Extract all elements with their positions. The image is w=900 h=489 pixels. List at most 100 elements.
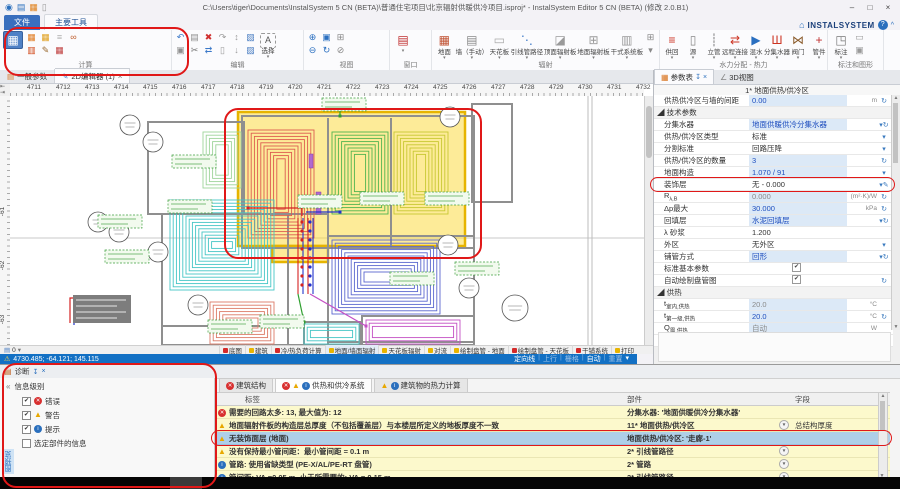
close-icon[interactable]: × — [118, 72, 123, 81]
mode-toggle-栅格[interactable]: 栅格 — [565, 354, 579, 364]
layer-selector[interactable]: ▤ 0 ▾ — [0, 346, 25, 354]
chevron-down-icon[interactable]: ▾ — [779, 459, 789, 469]
ribbon-small-icon[interactable]: ≡ — [53, 31, 66, 44]
diagnostics-tab[interactable]: ▤ 诊断 ↧ × — [0, 365, 900, 379]
ribbon-button-墙（手动）[interactable]: ▤墙（手动）▾ — [456, 31, 488, 60]
diagnostics-tab-供热和供冷系统[interactable]: ✕▲i供热和供冷系统 — [275, 378, 372, 392]
ribbon-small-icon[interactable]: ↶ — [174, 31, 187, 44]
property-icons[interactable]: ▾ — [877, 145, 891, 153]
chevron-down-icon[interactable]: ▾ — [779, 446, 789, 456]
drawing-canvas[interactable]: ⇤⇥ 4711471247134714471547164717471847194… — [0, 84, 653, 345]
ribbon-small-icon[interactable]: ↷ — [216, 31, 229, 44]
ribbon-small-icon[interactable]: ▨ — [244, 44, 257, 57]
pin-icon[interactable]: ↧ — [33, 368, 39, 376]
checkbox[interactable]: ✔ — [22, 397, 31, 406]
ribbon-small-icon[interactable]: ▤ — [188, 31, 201, 44]
close-icon[interactable]: × — [703, 74, 707, 81]
property-row[interactable]: 铺管方式回形▾↻ — [654, 251, 893, 263]
level-filter-提示[interactable]: ✔i提示 — [0, 422, 214, 436]
ribbon-small-icon[interactable]: ▦ — [39, 31, 52, 44]
property-icons[interactable]: ↻ — [877, 157, 891, 165]
property-value[interactable]: 水泥回填层 — [749, 215, 847, 226]
property-icons[interactable]: ▾↻ — [877, 253, 891, 261]
ribbon-small-icon[interactable]: ∞ — [67, 31, 80, 44]
diagnostic-row[interactable]: ▲地面辐射件板的构造层总厚度（不包括覆盖层）与本楼层所定义的地板厚度不一致11*… — [215, 419, 890, 432]
ribbon-button-地面辐射板[interactable]: ⊞地面辐射板▾ — [577, 31, 609, 60]
diagnostic-row[interactable]: ▲没有保持最小管间距：最小管间距 = 0.1 m2* 引线管路径▾ — [215, 445, 890, 458]
ribbon-small-icon[interactable]: ▭ — [853, 31, 866, 44]
ribbon-small-icon[interactable]: ↻ — [320, 44, 333, 57]
ribbon-small-icon[interactable]: ▣ — [853, 44, 866, 57]
doc-tab-一般参数[interactable]: ▤一般参数 — [0, 69, 55, 83]
property-value[interactable]: 20.0 — [749, 311, 847, 322]
checkbox[interactable]: ✔ — [22, 411, 31, 420]
property-value[interactable]: 0.00 — [749, 95, 847, 106]
property-value[interactable]: 1.070 / 91 — [749, 167, 847, 178]
property-icons[interactable]: ▾ — [877, 133, 891, 141]
property-icons[interactable]: ↻ — [877, 205, 891, 213]
property-row[interactable]: 地面构造1.070 / 91▾ — [654, 167, 893, 179]
property-row[interactable]: 回填层水泥回填层▾↻ — [654, 215, 893, 227]
property-icons[interactable]: ▾ — [877, 241, 891, 249]
ribbon-small-icon[interactable]: ↓ — [230, 44, 243, 57]
ribbon-small-icon[interactable]: ✎ — [39, 44, 52, 57]
ribbon-small-icon[interactable]: ↕ — [230, 31, 243, 44]
mode-toggle-上行[interactable]: 上行 — [543, 354, 557, 364]
property-row[interactable]: 外区无外区▾ — [654, 239, 893, 251]
ribbon-button-供回[interactable]: ≡供回▾ — [662, 31, 682, 60]
checkbox[interactable]: ✔ — [792, 263, 801, 272]
properties-scrollbar[interactable]: ▲▼ — [891, 95, 900, 330]
property-row[interactable]: t第一级,供热20.0°C↻ — [654, 311, 893, 323]
ribbon-small-icon[interactable]: ⇄ — [202, 44, 215, 57]
ribbon-button-远程连接[interactable]: ⇄远程连接▾ — [725, 31, 745, 60]
diagnostics-tab-建筑结构[interactable]: ✕建筑结构 — [219, 378, 273, 392]
ribbon-small-icon[interactable]: ▣ — [174, 44, 187, 57]
app-logo-icon[interactable]: ◉ — [5, 2, 13, 12]
property-row[interactable]: t室内,供热20.0°C — [654, 299, 893, 311]
property-row[interactable]: Δp最大30.000kPa↻ — [654, 203, 893, 215]
property-value[interactable]: 回形 — [749, 251, 847, 262]
ribbon-button-混水[interactable]: ▶混水▾ — [746, 31, 766, 60]
property-value[interactable]: 无外区 — [749, 239, 847, 250]
ribbon-small-icon[interactable]: ⊞ — [334, 31, 347, 44]
property-value[interactable]: 地面供暖供冷分集水器 — [749, 119, 847, 130]
collapse-icon[interactable]: « — [6, 382, 10, 391]
ribbon-small-icon[interactable]: ▯ — [216, 44, 229, 57]
property-row[interactable]: 装饰层无 - 0.000▾✎ — [654, 179, 893, 191]
property-icons[interactable]: ▾✎ — [877, 181, 891, 189]
property-icons[interactable]: ↻ — [877, 97, 891, 105]
ribbon-button-源[interactable]: ▯源▾ — [683, 31, 703, 60]
ribbon-small-icon[interactable]: ✖ — [202, 31, 215, 44]
property-row[interactable]: Rλ,B0.000(m²·K)/W↻ — [654, 191, 893, 203]
ribbon-button-tool[interactable]: ▤▾ — [392, 31, 414, 53]
property-value[interactable]: 20.0 — [749, 299, 847, 310]
chevron-down-icon[interactable]: ▾ — [625, 354, 629, 364]
property-group[interactable]: ◢ 供热 — [654, 287, 893, 299]
level-filter-警告[interactable]: ✔▲警告 — [0, 408, 214, 422]
ribbon-button-管件[interactable]: +管件▾ — [809, 31, 829, 60]
save-icon[interactable]: ▤ — [17, 2, 26, 12]
ribbon-button-地面[interactable]: ▦地面▾ — [434, 31, 455, 60]
level-filter-选定部件的信息[interactable]: 选定部件的信息 — [0, 436, 214, 450]
ribbon-button-引线管路径[interactable]: ⋱引线管路径▾ — [511, 31, 543, 60]
ribbon-small-icon[interactable]: ✂ — [188, 44, 201, 57]
ribbon-small-icon[interactable]: ▧ — [244, 31, 257, 44]
tab-file[interactable]: 文件 — [4, 15, 40, 30]
property-icons[interactable]: ▾↻ — [877, 217, 891, 225]
diagnostics-scrollbar[interactable]: ▲▼ — [878, 392, 888, 480]
ribbon-button-天花板[interactable]: ▭天花板▾ — [489, 31, 510, 60]
property-icons[interactable]: ↻ — [877, 277, 891, 285]
property-value[interactable]: 标准 — [749, 131, 847, 142]
ribbon-small-icon[interactable]: ⊖ — [306, 44, 319, 57]
property-value[interactable]: 30.000 — [749, 203, 847, 214]
collapse-ribbon-icon[interactable]: ^ — [891, 22, 894, 29]
ribbon-button-选择[interactable]: A选择▾ — [258, 31, 278, 59]
ribbon-small-icon[interactable]: ⊕ — [306, 31, 319, 44]
property-row[interactable]: 自动绘制盘管图✔↻ — [654, 275, 893, 287]
ribbon-small-icon[interactable]: ▦ — [25, 31, 38, 44]
side-tab-preview[interactable]: 图预览 — [4, 449, 14, 474]
property-value[interactable]: 回路压降 — [749, 143, 847, 154]
property-row[interactable]: 供热/供冷区类型标准▾ — [654, 131, 893, 143]
ribbon-button-标注[interactable]: ◳标注▾ — [830, 31, 852, 60]
property-value[interactable]: 0.000 — [749, 191, 847, 202]
